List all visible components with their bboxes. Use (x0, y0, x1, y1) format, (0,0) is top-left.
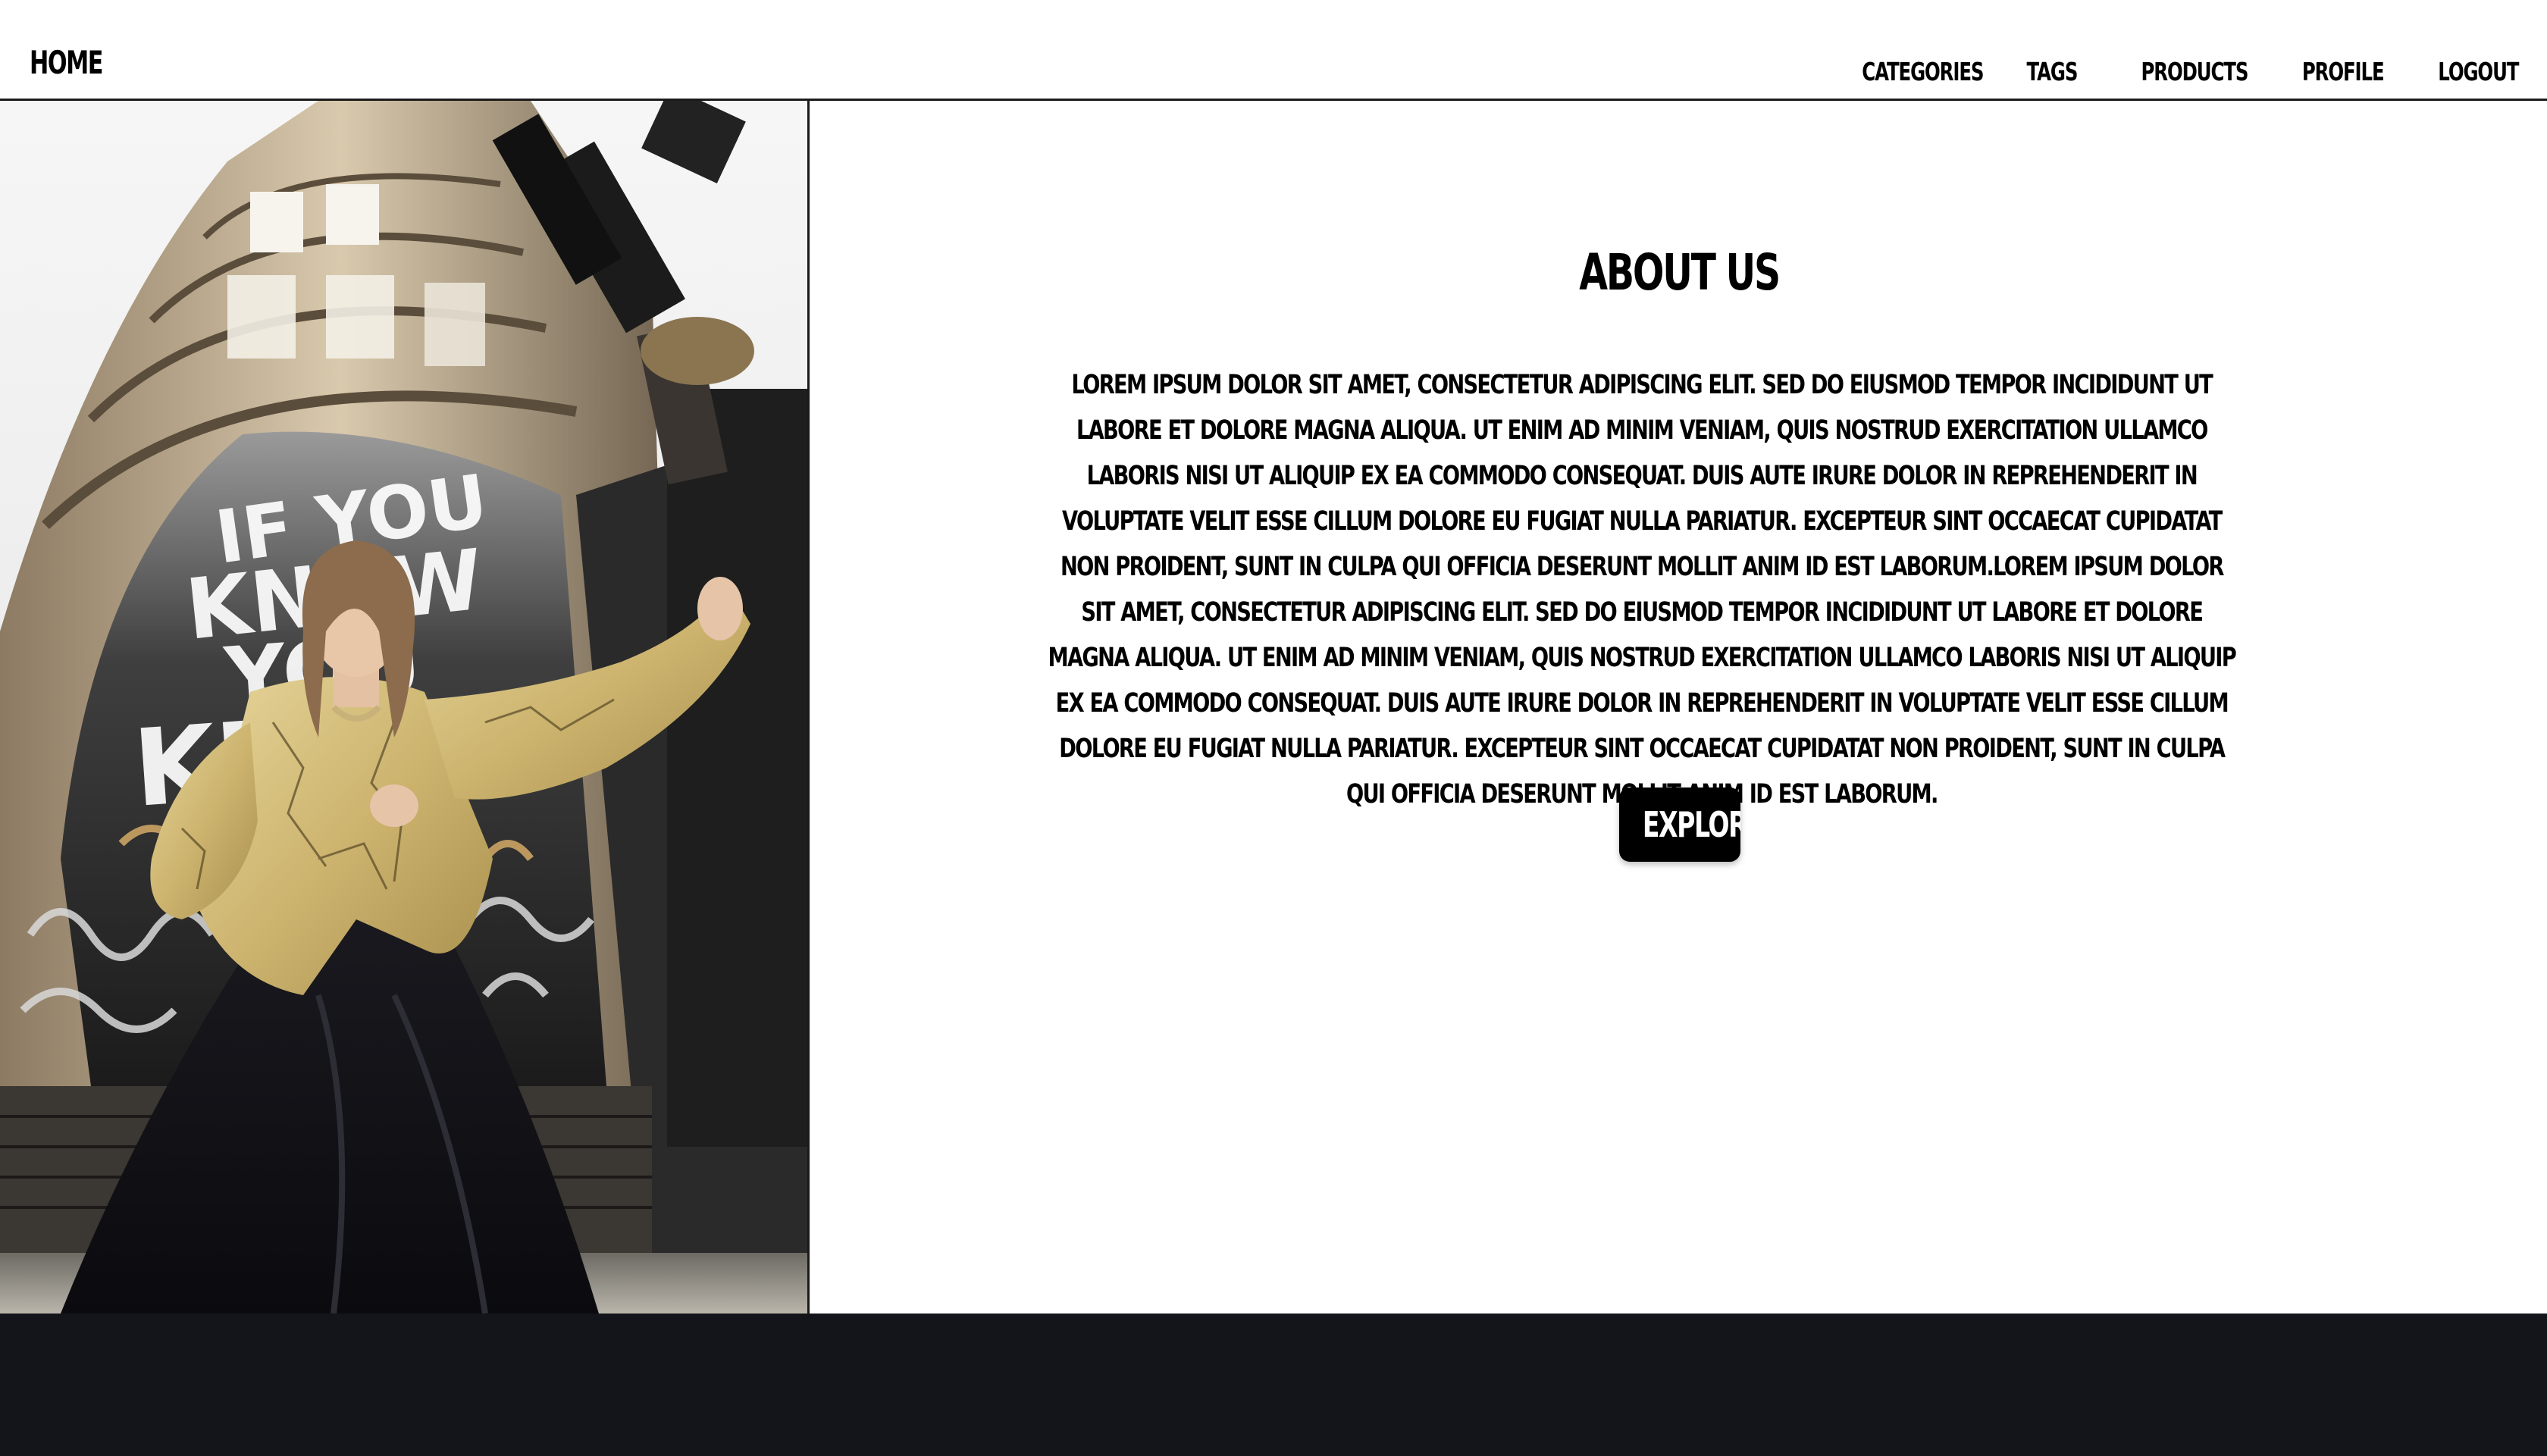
nav-logout-link[interactable]: LOGOUT (2410, 57, 2519, 86)
nav-categories-label: CATEGORIES (1862, 57, 1984, 86)
explore-button[interactable]: EXPLORE (1619, 787, 1740, 862)
explore-button-label: EXPLORE (1642, 804, 1740, 845)
about-body-content: LOREM IPSUM DOLOR SIT AMET, CONSECTETUR … (1048, 370, 2237, 809)
about-title: ABOUT US (812, 248, 2547, 298)
nav-categories-link[interactable]: CATEGORIES (1819, 57, 1984, 86)
hero-photo: IF YOU KNOW YOU KNOW (0, 101, 810, 1314)
main-nav: CATEGORIES TAGS PRODUCTS PROFILE LOGOUT (1794, 57, 2519, 86)
about-title-text: ABOUT US (1579, 243, 1781, 302)
nav-tags-link[interactable]: TAGS (2009, 57, 2079, 86)
home-link[interactable]: HOME (30, 47, 103, 79)
hero-photo-illustration: IF YOU KNOW YOU KNOW (0, 101, 807, 1314)
nav-products-link[interactable]: PRODUCTS (2104, 59, 2248, 84)
about-section: ABOUT US LOREM IPSUM DOLOR SIT AMET, CON… (812, 101, 2547, 1314)
nav-profile-link[interactable]: PROFILE (2273, 57, 2385, 86)
nav-products-label: PRODUCTS (2141, 57, 2248, 86)
nav-tags-label: TAGS (2026, 57, 2079, 86)
about-body-text: LOREM IPSUM DOLOR SIT AMET, CONSECTETUR … (1047, 362, 2237, 817)
site-header: HOME CATEGORIES TAGS PRODUCTS PROFILE LO… (0, 0, 2547, 101)
nav-logout-label: LOGOUT (2437, 57, 2519, 86)
nav-profile-label: PROFILE (2301, 57, 2385, 86)
site-footer (0, 1314, 2547, 1456)
